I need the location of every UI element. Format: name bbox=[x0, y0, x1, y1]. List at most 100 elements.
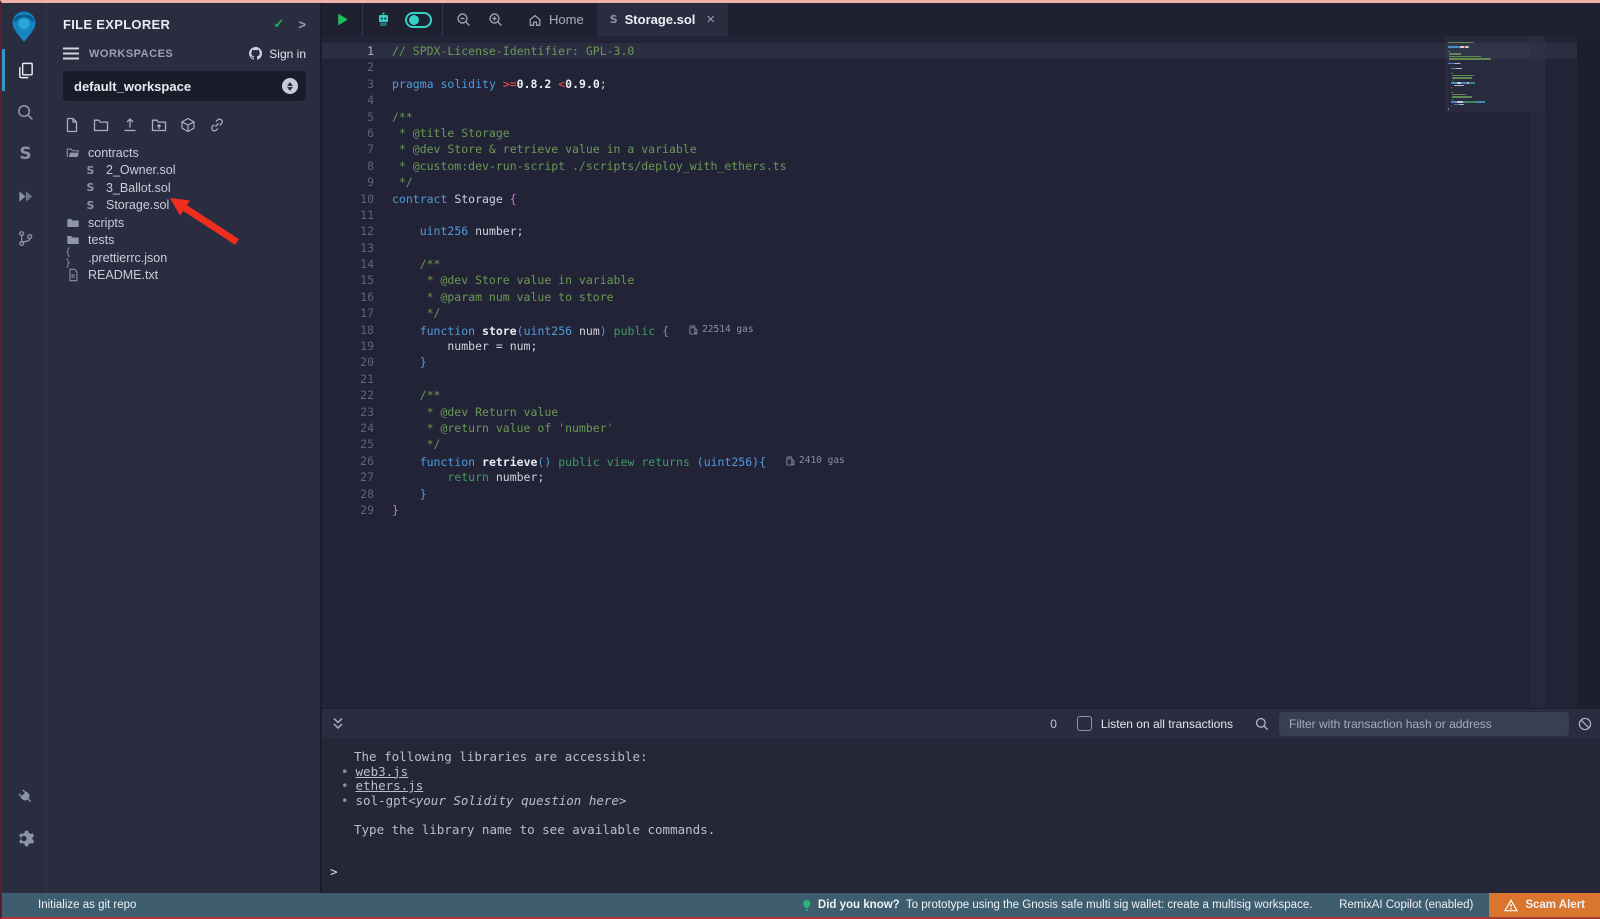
code-line-28[interactable]: 28 } bbox=[322, 486, 1600, 502]
tab-home[interactable]: Home bbox=[515, 3, 597, 36]
code-line-27[interactable]: 27 return number; bbox=[322, 469, 1600, 485]
sidebar-item-solidity-compiler[interactable]: S bbox=[2, 133, 46, 175]
line-number: 1 bbox=[322, 43, 374, 59]
minimap[interactable] bbox=[1448, 41, 1530, 110]
zoom-out-icon[interactable] bbox=[453, 10, 473, 30]
code-line-12[interactable]: 12 uint256 number; bbox=[322, 223, 1600, 239]
line-number: 2 bbox=[322, 59, 374, 75]
line-number: 15 bbox=[322, 272, 374, 288]
sidebar-item-git[interactable] bbox=[2, 217, 46, 259]
terminal[interactable]: The following libraries are accessible:•… bbox=[322, 738, 1600, 893]
code-line-26[interactable]: 26 function retrieve() public view retur… bbox=[322, 453, 1600, 469]
code-line-6[interactable]: 6 * @title Storage bbox=[322, 125, 1600, 141]
search-icon[interactable] bbox=[1255, 717, 1269, 731]
code-line-2[interactable]: 2 bbox=[322, 59, 1600, 75]
tab-storage-sol[interactable]: S Storage.sol × bbox=[597, 3, 729, 36]
json-icon: { } bbox=[65, 250, 80, 265]
file-tree-item-readme-txt[interactable]: README.txt bbox=[47, 267, 320, 285]
line-number: 17 bbox=[322, 305, 374, 321]
code-line-22[interactable]: 22 /** bbox=[322, 387, 1600, 403]
copilot-toggle[interactable] bbox=[405, 12, 432, 28]
git-init-status[interactable]: Initialize as git repo bbox=[2, 899, 136, 911]
terminal-line: The following libraries are accessible: bbox=[322, 750, 1600, 765]
code-line-21[interactable]: 21 bbox=[322, 371, 1600, 387]
code-line-15[interactable]: 15 * @dev Store value in variable bbox=[322, 272, 1600, 288]
file-tree-item-contracts[interactable]: contracts bbox=[47, 144, 320, 162]
folder-icon bbox=[65, 215, 80, 230]
remix-ai-robot-icon[interactable] bbox=[373, 10, 393, 30]
scam-alert-button[interactable]: Scam Alert bbox=[1489, 893, 1600, 917]
code-line-11[interactable]: 11 bbox=[322, 207, 1600, 223]
code-line-19[interactable]: 19 number = num; bbox=[322, 338, 1600, 354]
editor-scrollbar[interactable] bbox=[1530, 36, 1545, 708]
clear-console-icon[interactable] bbox=[1578, 717, 1592, 731]
link-icon[interactable] bbox=[209, 117, 225, 133]
remix-logo[interactable] bbox=[2, 3, 46, 49]
editor-right-rail bbox=[1577, 36, 1600, 708]
file-tree-item-scripts[interactable]: scripts bbox=[47, 214, 320, 232]
sidebar-item-settings[interactable] bbox=[2, 817, 46, 859]
collapse-terminal-icon[interactable] bbox=[332, 717, 344, 730]
new-file-icon[interactable] bbox=[64, 117, 80, 133]
upload-file-icon[interactable] bbox=[122, 117, 138, 133]
code-line-9[interactable]: 9 */ bbox=[322, 174, 1600, 190]
file-tree-item-tests[interactable]: tests bbox=[47, 232, 320, 250]
terminal-prompt[interactable]: > bbox=[322, 864, 1600, 893]
new-folder-icon[interactable] bbox=[93, 117, 109, 133]
code-line-10[interactable]: 10contract Storage { bbox=[322, 191, 1600, 207]
did-you-know-tip: Did you know? To prototype using the Gno… bbox=[801, 898, 1313, 913]
code-line-18[interactable]: 18 function store(uint256 num) public {2… bbox=[322, 322, 1600, 338]
code-editor[interactable]: 1// SPDX-License-Identifier: GPL-3.023pr… bbox=[322, 36, 1600, 708]
close-tab-icon[interactable]: × bbox=[706, 11, 715, 28]
code-line-5[interactable]: 5/** bbox=[322, 109, 1600, 125]
code-line-23[interactable]: 23 * @dev Return value bbox=[322, 404, 1600, 420]
code-line-14[interactable]: 14 /** bbox=[322, 256, 1600, 272]
file-explorer-panel: FILE EXPLORER ✓ > WORKSPACES Sign in def… bbox=[47, 3, 322, 893]
upload-folder-icon[interactable] bbox=[151, 117, 167, 133]
code-line-8[interactable]: 8 * @custom:dev-run-script ./scripts/dep… bbox=[322, 158, 1600, 174]
file-label: Storage.sol bbox=[106, 198, 169, 212]
chevron-right-icon[interactable]: > bbox=[298, 17, 306, 32]
copilot-status[interactable]: RemixAI Copilot (enabled) bbox=[1339, 899, 1473, 911]
code-line-16[interactable]: 16 * @param num value to store bbox=[322, 289, 1600, 305]
code-line-4[interactable]: 4 bbox=[322, 92, 1600, 108]
sidebar-item-search[interactable] bbox=[2, 91, 46, 133]
line-number: 19 bbox=[322, 338, 374, 354]
code-line-24[interactable]: 24 * @return value of 'number' bbox=[322, 420, 1600, 436]
workspace-name: default_workspace bbox=[74, 79, 191, 94]
code-line-3[interactable]: 3pragma solidity >=0.8.2 <0.9.0; bbox=[322, 76, 1600, 92]
file-tree-item-2-owner-sol[interactable]: S2_Owner.sol bbox=[47, 162, 320, 180]
solidity-file-icon: S bbox=[610, 13, 618, 26]
library-link-ethers-js[interactable]: ethers.js bbox=[356, 779, 424, 794]
hamburger-menu-icon[interactable] bbox=[63, 47, 79, 60]
run-script-button[interactable] bbox=[332, 10, 352, 30]
transaction-filter-input[interactable] bbox=[1279, 712, 1569, 736]
workspace-select[interactable]: default_workspace bbox=[63, 71, 306, 101]
code-line-7[interactable]: 7 * @dev Store & retrieve value in a var… bbox=[322, 141, 1600, 157]
file-label: 3_Ballot.sol bbox=[106, 181, 171, 195]
file-tree-item-storage-sol[interactable]: SStorage.sol bbox=[47, 197, 320, 215]
line-number: 4 bbox=[322, 92, 374, 108]
sidebar-item-deploy-run[interactable] bbox=[2, 175, 46, 217]
code-line-29[interactable]: 29} bbox=[322, 502, 1600, 518]
file-label: scripts bbox=[88, 216, 124, 230]
sidebar-item-file-explorer[interactable] bbox=[2, 49, 46, 91]
code-line-1[interactable]: 1// SPDX-License-Identifier: GPL-3.0 bbox=[322, 43, 1600, 59]
code-line-13[interactable]: 13 bbox=[322, 240, 1600, 256]
line-number: 27 bbox=[322, 469, 374, 485]
terminal-line: Type the library name to see available c… bbox=[322, 823, 1600, 838]
zoom-in-icon[interactable] bbox=[485, 10, 505, 30]
library-link-web3-js[interactable]: web3.js bbox=[356, 765, 409, 780]
folder-icon bbox=[65, 233, 80, 248]
code-line-20[interactable]: 20 } bbox=[322, 354, 1600, 370]
file-label: tests bbox=[88, 233, 114, 247]
file-icon bbox=[65, 268, 80, 283]
code-line-17[interactable]: 17 */ bbox=[322, 305, 1600, 321]
box-icon[interactable] bbox=[180, 117, 196, 133]
file-tree-item--prettierrc-json[interactable]: { }.prettierrc.json bbox=[47, 249, 320, 267]
sidebar-item-plugin-manager[interactable] bbox=[2, 775, 46, 817]
code-line-25[interactable]: 25 */ bbox=[322, 436, 1600, 452]
listen-transactions-checkbox[interactable] bbox=[1077, 716, 1092, 731]
sign-in-button[interactable]: Sign in bbox=[248, 46, 306, 61]
file-tree-item-3-ballot-sol[interactable]: S3_Ballot.sol bbox=[47, 179, 320, 197]
